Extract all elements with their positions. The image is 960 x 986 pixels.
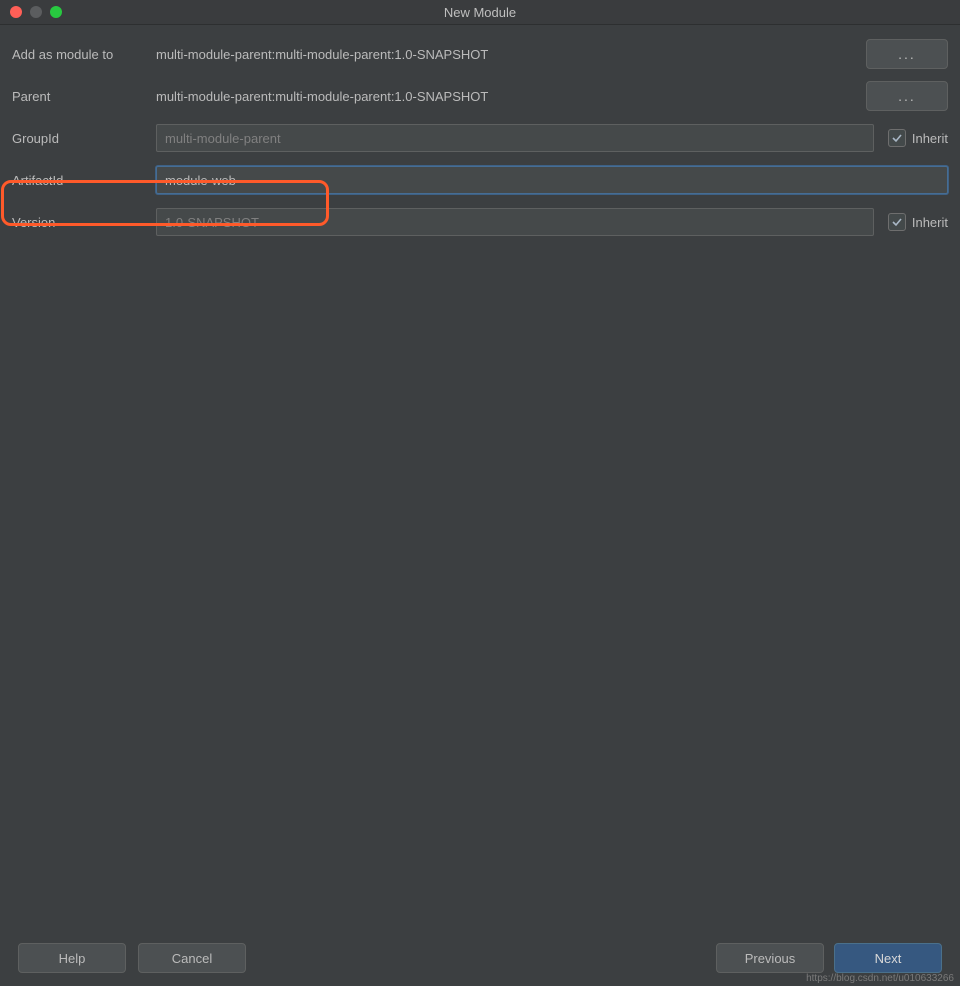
label-add-as-module-to: Add as module to (12, 47, 156, 62)
value-add-as-module-to: multi-module-parent:multi-module-parent:… (156, 47, 854, 62)
version-input[interactable] (156, 208, 874, 236)
value-parent: multi-module-parent:multi-module-parent:… (156, 89, 854, 104)
label-groupid: GroupId (12, 131, 156, 146)
inherit-version-checkbox[interactable]: Inherit (888, 213, 948, 231)
row-version: Version Inherit (12, 207, 948, 237)
cancel-button[interactable]: Cancel (138, 943, 246, 973)
label-version: Version (12, 215, 156, 230)
dialog-content: Add as module to multi-module-parent:mul… (0, 25, 960, 930)
window-title: New Module (0, 5, 960, 20)
checkmark-icon (888, 213, 906, 231)
inherit-groupid-label: Inherit (912, 131, 948, 146)
titlebar: New Module (0, 0, 960, 25)
artifactid-input[interactable] (156, 166, 948, 194)
row-add-as-module-to: Add as module to multi-module-parent:mul… (12, 39, 948, 69)
next-button[interactable]: Next (834, 943, 942, 973)
label-parent: Parent (12, 89, 156, 104)
inherit-version-label: Inherit (912, 215, 948, 230)
checkmark-icon (888, 129, 906, 147)
inherit-groupid-checkbox[interactable]: Inherit (888, 129, 948, 147)
label-artifactid: ArtifactId (12, 173, 156, 188)
row-artifactid: ArtifactId (12, 165, 948, 195)
browse-parent-button[interactable]: ... (866, 81, 948, 111)
previous-button[interactable]: Previous (716, 943, 824, 973)
groupid-input[interactable] (156, 124, 874, 152)
row-groupid: GroupId Inherit (12, 123, 948, 153)
help-button[interactable]: Help (18, 943, 126, 973)
watermark-text: https://blog.csdn.net/u010633266 (806, 973, 954, 984)
browse-add-as-module-to-button[interactable]: ... (866, 39, 948, 69)
row-parent: Parent multi-module-parent:multi-module-… (12, 81, 948, 111)
